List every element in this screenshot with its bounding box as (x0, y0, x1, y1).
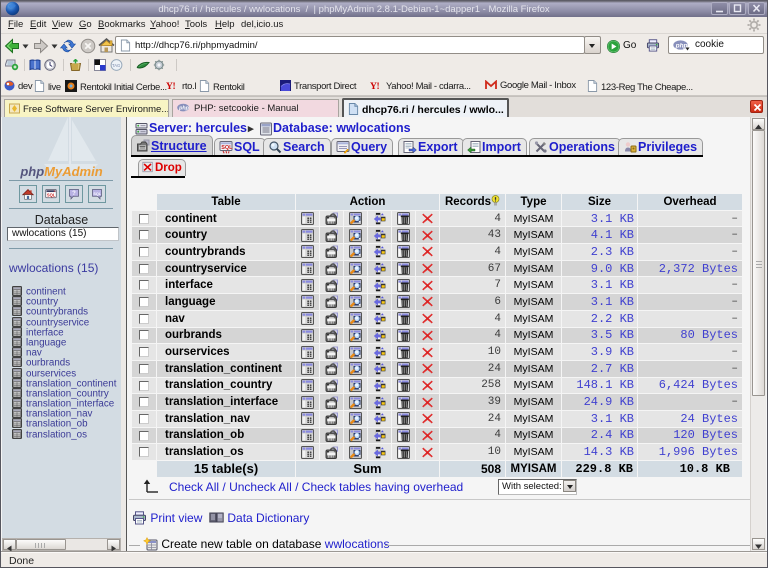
svg-text:Y!: Y! (166, 82, 176, 91)
svg-text:php: php (178, 106, 190, 112)
svg-text:TAG: TAG (112, 63, 120, 68)
svg-text:Y!: Y! (370, 82, 380, 91)
svg-text:php: php (675, 42, 688, 49)
